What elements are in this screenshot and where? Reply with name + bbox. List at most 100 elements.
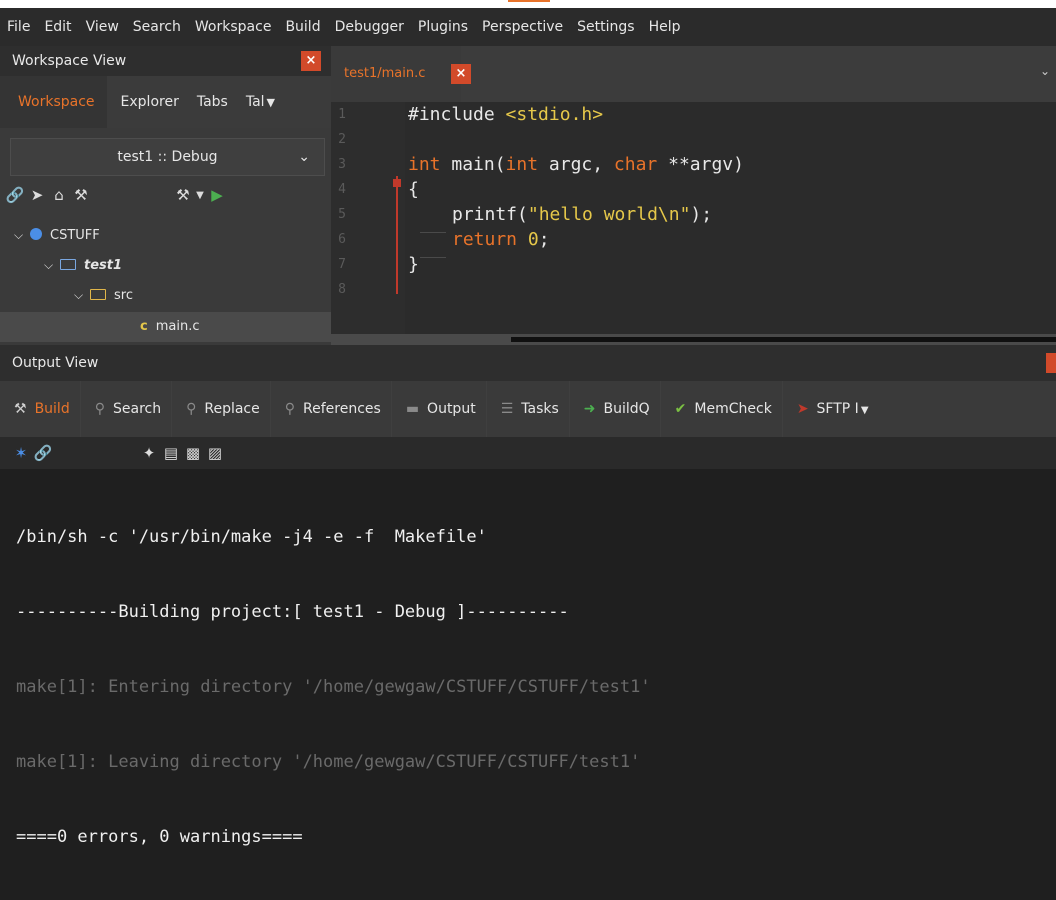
menu-items: File Edit View Search Workspace Build De…	[0, 8, 687, 46]
code-string: "hello world\n"	[527, 204, 691, 225]
tab-references-label: References	[303, 401, 381, 417]
line-number: 2	[338, 132, 346, 147]
workspace-view-title: Workspace View	[0, 46, 331, 76]
tree-workspace-row[interactable]: ⌵ CSTUFF	[0, 220, 345, 250]
menu-workspace[interactable]: Workspace	[188, 19, 279, 35]
hammer-icon: ⚒	[14, 401, 27, 417]
menu-search[interactable]: Search	[126, 19, 188, 35]
replace-icon: ⚲	[186, 401, 197, 417]
line-number: 3	[338, 157, 346, 172]
paste-icon[interactable]: ▨	[204, 444, 226, 462]
tab-output[interactable]: ▬ Output	[392, 381, 487, 437]
code-line-5[interactable]: printf("hello world\n");	[408, 202, 712, 233]
fold-marker	[396, 176, 398, 294]
wrench-icon[interactable]: ⚒	[70, 186, 92, 204]
tab-tasks-label: Tasks	[521, 401, 559, 417]
chevron-down-icon[interactable]: ▼	[194, 190, 206, 201]
menu-debugger[interactable]: Debugger	[328, 19, 411, 35]
copy-icon[interactable]: ▩	[182, 444, 204, 462]
save-icon[interactable]: ▤	[160, 444, 182, 462]
workspace-close-icon[interactable]: ×	[301, 51, 321, 71]
editor-tab-bar: test1/main.c × ⌄	[331, 46, 1056, 102]
run-icon[interactable]: ▶	[206, 186, 228, 204]
editor-tab-main-c[interactable]: test1/main.c	[331, 46, 461, 102]
build-config-value: test1 :: Debug	[117, 149, 218, 165]
tab-tabs[interactable]: Tabs	[187, 76, 236, 128]
workspace-icon	[30, 228, 42, 240]
tab-replace[interactable]: ⚲ Replace	[172, 381, 271, 437]
build-log: /bin/sh -c '/usr/bin/make -j4 -e -f Make…	[16, 475, 651, 900]
menu-build[interactable]: Build	[278, 19, 327, 35]
code-text: ;	[538, 229, 550, 250]
tab-output-label: Output	[427, 401, 476, 417]
code-keyword: char	[613, 154, 658, 175]
tree-file-label: main.c	[155, 319, 200, 334]
tab-references[interactable]: ⚲ References	[271, 381, 392, 437]
link-icon[interactable]: 🔗	[4, 186, 26, 204]
chevron-down-icon[interactable]: ▼	[267, 96, 275, 109]
tab-tal[interactable]: Tal ▼	[236, 76, 283, 128]
build-config-select[interactable]: test1 :: Debug ⌄	[10, 138, 325, 176]
menu-view[interactable]: View	[79, 19, 126, 35]
code-line-6[interactable]: return 0;	[408, 227, 550, 258]
code-number: 0	[527, 229, 539, 250]
workspace-toolbar: 🔗 ➤ ⌂ ⚒ ⚒ ▼ ▶	[0, 179, 331, 211]
line-number: 5	[338, 207, 346, 222]
line-number: 6	[338, 232, 346, 247]
code-text: main(	[440, 154, 506, 175]
line-number: 1	[338, 107, 346, 122]
tab-replace-label: Replace	[204, 401, 260, 417]
run-icon: ➜	[583, 401, 596, 417]
tree-workspace-label: CSTUFF	[50, 228, 100, 243]
link-icon[interactable]: 🔗	[32, 444, 54, 462]
clear-icon[interactable]: ✦	[138, 444, 160, 462]
output-toolbar: ✶ 🔗 ✦ ▤ ▩ ▨	[0, 437, 1056, 469]
tab-build[interactable]: ⚒ Build	[0, 381, 81, 437]
menu-settings[interactable]: Settings	[570, 19, 641, 35]
tab-memcheck[interactable]: ✔ MemCheck	[661, 381, 783, 437]
editor-tab-close-icon[interactable]: ×	[451, 64, 471, 84]
home-icon[interactable]: ⌂	[48, 186, 70, 204]
tab-search[interactable]: ⚲ Search	[81, 381, 173, 437]
list-icon: ☰	[500, 401, 514, 417]
code-line-3[interactable]: int main(int argc, char **argv)	[408, 152, 744, 177]
menu-file[interactable]: File	[0, 19, 37, 35]
fold-toggle-icon[interactable]	[393, 179, 401, 187]
code-line-4[interactable]: {	[408, 177, 419, 202]
tab-memcheck-label: MemCheck	[694, 401, 772, 417]
editor-tab-label: test1/main.c	[344, 66, 426, 81]
code-line-7[interactable]: }	[408, 252, 419, 277]
output-view-title: Output View	[0, 345, 1056, 381]
hammer-icon[interactable]: ⚒	[172, 186, 194, 204]
tab-explorer[interactable]: Explorer	[107, 76, 187, 128]
tab-buildq[interactable]: ➜ BuildQ	[570, 381, 661, 437]
editor-horizontal-scrollbar[interactable]	[331, 334, 1056, 345]
tab-sftp[interactable]: ➤ SFTP I ▼	[783, 381, 879, 437]
search-icon: ⚲	[284, 401, 296, 417]
menu-plugins[interactable]: Plugins	[411, 19, 475, 35]
chevron-down-icon[interactable]: ▼	[861, 405, 869, 416]
code-keyword: return	[452, 229, 528, 250]
expand-arrow-icon[interactable]: ⌵	[14, 220, 30, 250]
tab-search-label: Search	[112, 401, 162, 417]
tab-workspace[interactable]: Workspace	[0, 76, 107, 128]
menu-help[interactable]: Help	[642, 19, 688, 35]
chevron-down-icon[interactable]: ⌄	[1040, 64, 1050, 78]
menu-perspective[interactable]: Perspective	[475, 19, 570, 35]
send-icon[interactable]: ➤	[26, 186, 48, 204]
output-close-icon[interactable]	[1046, 353, 1056, 373]
expand-arrow-icon[interactable]: ⌵	[44, 250, 60, 280]
expand-arrow-icon[interactable]: ⌵	[74, 280, 90, 310]
build-log-line: make[1]: Leaving directory '/home/gewgaw…	[16, 752, 641, 772]
code-line-1[interactable]: #include <stdio.h>	[408, 102, 603, 127]
menu-edit[interactable]: Edit	[37, 19, 78, 35]
c-file-icon: c	[140, 319, 148, 334]
pin-icon[interactable]: ✶	[10, 444, 32, 462]
tree-project-row[interactable]: ⌵ test1	[0, 250, 375, 280]
workspace-tabs: Workspace Explorer Tabs Tal ▼	[0, 76, 331, 128]
code-text: printf(	[452, 204, 528, 225]
editor: test1/main.c × ⌄ 1 2 3 4 5 6 7 8 #includ…	[331, 46, 1056, 345]
scrollbar-thumb[interactable]	[511, 337, 1056, 342]
tab-tasks[interactable]: ☰ Tasks	[487, 381, 570, 437]
tree-folder-label: src	[114, 288, 133, 303]
